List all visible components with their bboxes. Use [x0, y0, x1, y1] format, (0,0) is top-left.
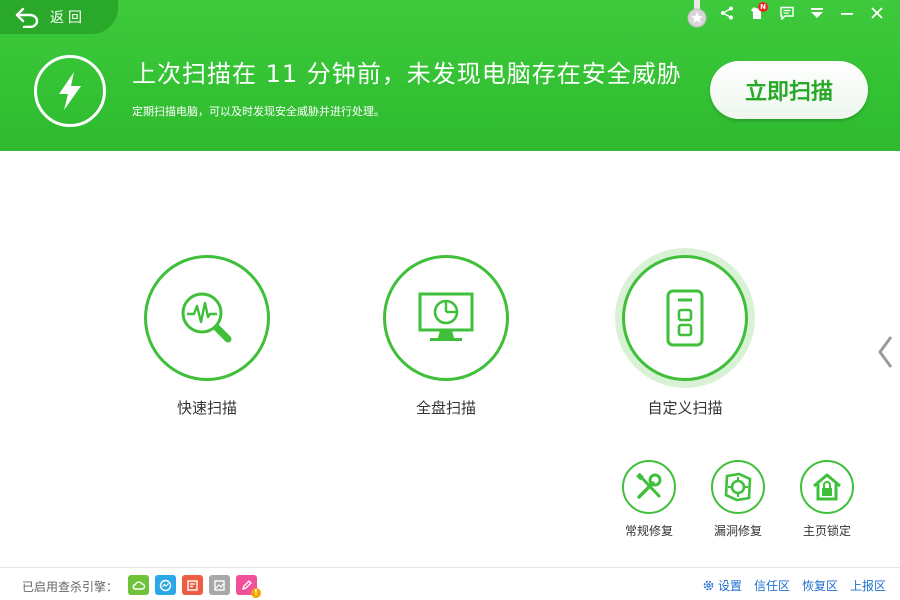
tool-routine-repair[interactable]: 常规修复: [614, 460, 684, 539]
quick-scan-label: 快速扫描: [176, 399, 237, 417]
back-label: 返回: [50, 10, 86, 26]
message-icon: [780, 6, 794, 20]
engine-warning-badge: !: [251, 588, 261, 598]
home-lock-icon: [813, 473, 841, 501]
close-icon: [871, 7, 883, 19]
qvm-engine[interactable]: [155, 575, 176, 595]
engine-label: 已启用查杀引擎：: [22, 580, 119, 594]
minimize-icon: [841, 13, 853, 15]
wrench-screwdriver-icon: [636, 472, 662, 499]
full-scan-ring: [383, 255, 509, 381]
footer-links: 设置 信任区 恢复区 上报区: [702, 577, 886, 594]
close-button[interactable]: [862, 2, 892, 24]
vulnerability-repair-label: 漏洞修复: [713, 524, 762, 538]
custom-scan-option[interactable]: 自定义扫描: [615, 255, 755, 418]
quick-scan-option[interactable]: 快速扫描: [137, 255, 277, 418]
chart-circle-icon: [159, 579, 172, 591]
back-button[interactable]: 返回: [0, 0, 118, 34]
routine-repair-label: 常规修复: [624, 524, 673, 538]
quick-scan-icon: [181, 292, 232, 343]
settings-link[interactable]: 设置: [702, 577, 742, 594]
engine-list: !: [128, 575, 261, 598]
minimize-button[interactable]: [832, 2, 862, 24]
homepage-lock-ring: [800, 460, 854, 514]
chevron-left-icon[interactable]: [876, 334, 894, 370]
menu-icon: [811, 8, 823, 18]
scan-now-button[interactable]: 立即扫描: [710, 61, 868, 119]
footer-bar: 已启用查杀引擎： ! 设置 信任区 恢复区 上报区: [0, 567, 900, 600]
custom-scan-ring: [622, 255, 748, 381]
notification-badge: N: [758, 2, 768, 12]
vulnerability-repair-ring: [711, 460, 765, 514]
back-arrow-icon: [15, 7, 39, 28]
bitdefender-engine[interactable]: !: [236, 575, 261, 598]
trust-zone-link[interactable]: 信任区: [754, 577, 790, 594]
scan-status-subline: 定期扫描电脑，可以及时发现安全威胁并进行处理。: [132, 105, 385, 118]
quick-scan-ring: [144, 255, 270, 381]
monitor-icon: [418, 292, 474, 341]
full-scan-option[interactable]: 全盘扫描: [376, 255, 516, 418]
skin-button[interactable]: N: [742, 2, 772, 24]
vulnerability-icon: [724, 472, 752, 502]
lightning-icon: [59, 72, 81, 110]
cloud-engine[interactable]: [128, 575, 149, 595]
menu-button[interactable]: [802, 2, 832, 24]
picture-icon: [214, 579, 225, 591]
system-repair-engine[interactable]: [182, 575, 203, 595]
window-controls: N: [712, 2, 892, 24]
restore-zone-link[interactable]: 恢复区: [802, 577, 838, 594]
share-icon: [721, 6, 733, 20]
custom-scan-label: 自定义扫描: [647, 399, 723, 417]
tool-vulnerability-repair[interactable]: 漏洞修复: [703, 460, 773, 539]
homepage-lock-label: 主页锁定: [802, 524, 851, 538]
report-zone-link[interactable]: 上报区: [850, 577, 886, 594]
header-banner: 返回 N 上次扫描在 11 分钟前，未发现电脑存在安全威胁 定期扫描电脑，可以及…: [0, 0, 900, 151]
gear-icon: [703, 580, 714, 591]
custom-scan-icon: [666, 289, 704, 347]
document-icon: [187, 579, 198, 591]
full-scan-label: 全盘扫描: [415, 399, 476, 417]
avira-engine[interactable]: [209, 575, 230, 595]
settings-label: 设置: [717, 579, 742, 593]
scan-status-headline: 上次扫描在 11 分钟前，未发现电脑存在安全威胁: [132, 60, 682, 88]
status-circle: [34, 55, 106, 127]
tool-homepage-lock[interactable]: 主页锁定: [792, 460, 862, 539]
medal-icon[interactable]: [686, 0, 708, 30]
message-button[interactable]: [772, 2, 802, 24]
routine-repair-ring: [622, 460, 676, 514]
share-button[interactable]: [712, 2, 742, 24]
cloud-icon: [132, 580, 145, 590]
